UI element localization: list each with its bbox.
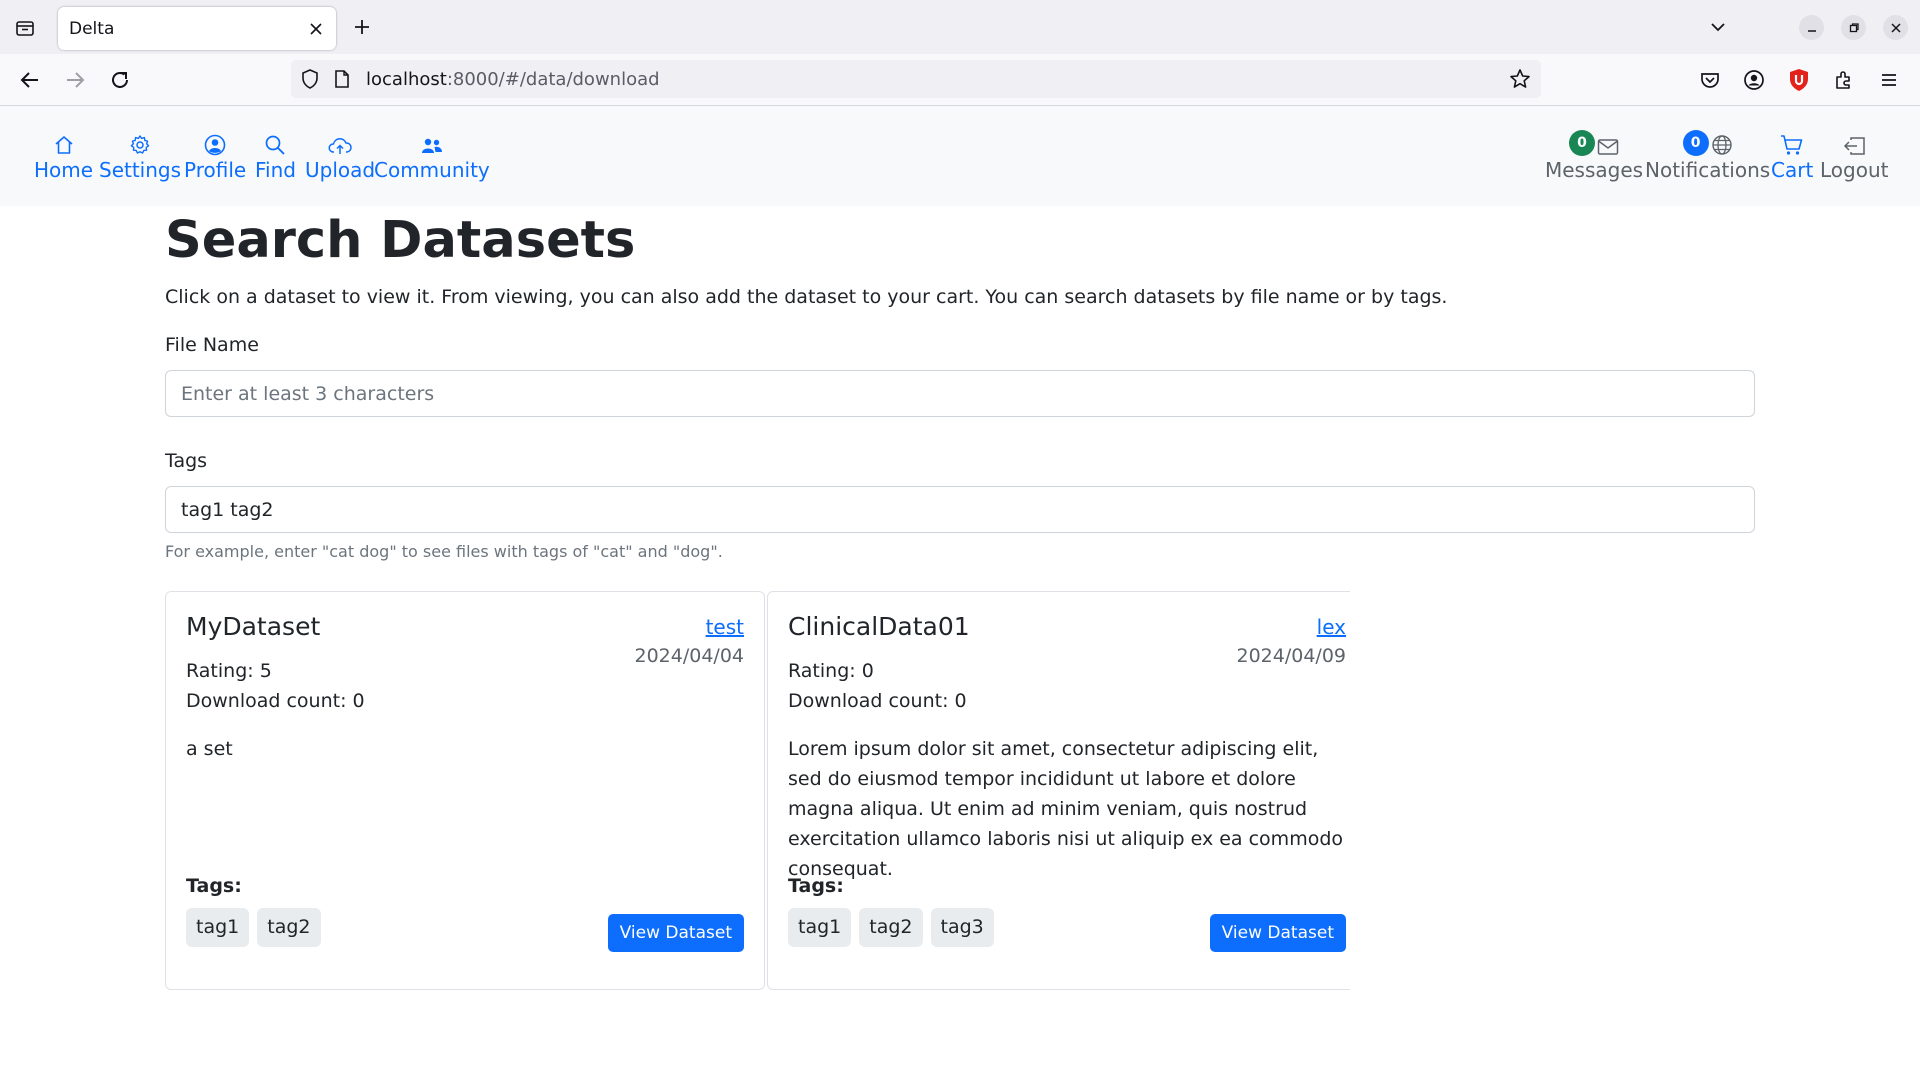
menu-icon[interactable] [1876, 67, 1902, 93]
globe-icon [1711, 134, 1733, 156]
main-content: Search Datasets Click on a dataset to vi… [165, 206, 1755, 561]
dataset-name: MyDataset [186, 612, 321, 641]
nav-community-label: Community [374, 158, 490, 182]
search-icon [264, 128, 286, 156]
nav-home[interactable]: Home [34, 128, 93, 183]
people-icon [420, 128, 444, 156]
messages-badge: 0 [1569, 130, 1596, 156]
person-circle-icon [204, 128, 226, 156]
star-icon[interactable] [1509, 68, 1531, 90]
browser-tab-bar: Delta [0, 0, 1920, 54]
nav-notifications[interactable]: 0 Notifications [1645, 128, 1770, 183]
pocket-icon[interactable] [1697, 67, 1723, 93]
chevron-down-icon[interactable] [1706, 15, 1730, 39]
page-icon [333, 69, 351, 89]
dataset-stats: Rating: 0 Download count: 0 [788, 656, 967, 716]
nav-cart[interactable]: Cart [1771, 128, 1813, 183]
dataset-description: a set [186, 738, 233, 760]
tags-label: Tags [165, 450, 208, 472]
dataset-tags: tag1 tag2 [186, 908, 321, 947]
cloud-upload-icon [328, 128, 352, 156]
view-dataset-button[interactable]: View Dataset [607, 914, 744, 952]
dataset-tags: tag1 tag2 tag3 [788, 908, 994, 947]
nav-settings-label: Settings [99, 158, 182, 182]
box-arrow-left-icon [1842, 128, 1866, 156]
tag-chip: tag3 [930, 908, 994, 947]
nav-profile[interactable]: Profile [184, 128, 246, 183]
url-path: :8000/#/data/download [446, 69, 660, 90]
nav-messages-label: Messages [1545, 158, 1644, 182]
tag-chip: tag2 [257, 908, 321, 947]
notifications-indicator: 0 [1682, 128, 1733, 156]
dataset-download-count: Download count: 0 [186, 690, 365, 712]
extensions-icon[interactable] [1831, 67, 1857, 93]
dataset-name: ClinicalData01 [788, 612, 970, 641]
nav-cart-label: Cart [1771, 158, 1814, 182]
tag-chip: tag2 [859, 908, 923, 947]
dataset-tags-label: Tags: [186, 875, 242, 897]
tags-help-text: For example, enter "cat dog" to see file… [165, 542, 723, 561]
close-icon[interactable] [306, 19, 326, 39]
gear-icon [129, 128, 151, 156]
view-dataset-button[interactable]: View Dataset [1209, 914, 1346, 952]
back-arrow-icon[interactable] [17, 67, 43, 93]
nav-upload-label: Upload [305, 158, 376, 182]
tab-overview-icon[interactable] [12, 15, 38, 41]
dataset-rating: Rating: 5 [186, 660, 272, 682]
dataset-rating: Rating: 0 [788, 660, 874, 682]
dataset-card[interactable]: MyDataset test 2024/04/04 Rating: 5 Down… [165, 591, 765, 990]
url-host: localhost [366, 69, 447, 90]
shield-icon[interactable] [299, 68, 321, 90]
dataset-tags-label: Tags: [788, 875, 844, 897]
address-bar[interactable]: localhost:8000/#/data/download [291, 60, 1541, 98]
dataset-owner-link[interactable]: lex [1317, 615, 1346, 639]
url-text[interactable]: localhost:8000/#/data/download [366, 69, 660, 90]
new-tab-icon[interactable] [350, 15, 374, 39]
notifications-badge: 0 [1682, 130, 1709, 156]
messages-indicator: 0 [1569, 128, 1619, 156]
window-close-icon[interactable] [1883, 15, 1908, 40]
tags-input[interactable] [165, 486, 1755, 533]
browser-toolbar: localhost:8000/#/data/download [0, 54, 1920, 106]
dataset-results: MyDataset test 2024/04/04 Rating: 5 Down… [165, 591, 1350, 991]
minimize-icon[interactable] [1799, 15, 1824, 40]
house-icon [53, 128, 75, 156]
tag-chip: tag1 [788, 908, 852, 947]
browser-tab[interactable]: Delta [58, 7, 336, 50]
envelope-icon [1597, 138, 1619, 156]
nav-settings[interactable]: Settings [99, 128, 181, 183]
account-icon[interactable] [1741, 67, 1767, 93]
restore-icon[interactable] [1841, 15, 1866, 40]
dataset-download-count: Download count: 0 [788, 690, 967, 712]
ublock-icon[interactable] [1786, 67, 1812, 93]
nav-find[interactable]: Find [255, 128, 296, 183]
dataset-date: 2024/04/09 [1236, 645, 1346, 667]
cart-icon [1780, 128, 1804, 156]
forward-arrow-icon[interactable] [62, 67, 88, 93]
nav-profile-label: Profile [184, 158, 247, 182]
nav-upload[interactable]: Upload [305, 128, 375, 183]
page-description: Click on a dataset to view it. From view… [165, 286, 1448, 308]
file-name-input[interactable] [165, 370, 1755, 417]
nav-logout[interactable]: Logout [1820, 128, 1888, 183]
app-navbar: Home Settings Profile Find Upload Commun… [0, 106, 1920, 206]
tag-chip: tag1 [186, 908, 250, 947]
nav-find-label: Find [255, 158, 296, 182]
dataset-stats: Rating: 5 Download count: 0 [186, 656, 365, 716]
page-title: Search Datasets [165, 211, 636, 270]
dataset-description: Lorem ipsum dolor sit amet, consectetur … [788, 738, 1344, 880]
tab-title: Delta [69, 18, 115, 39]
nav-notifications-label: Notifications [1645, 158, 1771, 182]
dataset-date: 2024/04/04 [634, 645, 744, 667]
reload-icon[interactable] [107, 67, 133, 93]
dataset-owner-link[interactable]: test [706, 615, 744, 639]
file-name-label: File Name [165, 334, 259, 356]
nav-messages[interactable]: 0 Messages [1545, 128, 1643, 183]
nav-community[interactable]: Community [374, 128, 490, 183]
nav-home-label: Home [34, 158, 94, 182]
nav-logout-label: Logout [1820, 158, 1889, 182]
dataset-card[interactable]: ClinicalData01 lex 2024/04/09 Rating: 0 … [767, 591, 1350, 990]
